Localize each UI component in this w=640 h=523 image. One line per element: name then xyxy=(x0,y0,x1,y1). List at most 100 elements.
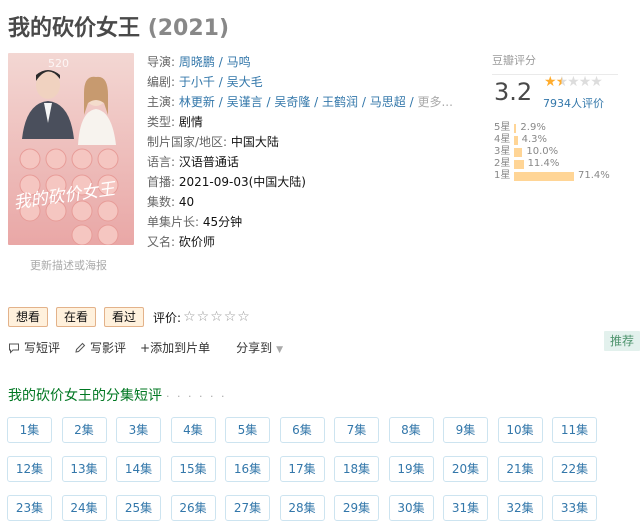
star-empty-icon: ★ xyxy=(578,74,592,90)
writer-link[interactable]: 于小千 xyxy=(179,75,215,89)
rate-label: 评价: xyxy=(153,310,182,325)
episode-link[interactable]: 14集 xyxy=(116,456,161,482)
language-row: 语言: 汉语普通话 xyxy=(147,155,239,169)
episode-link[interactable]: 21集 xyxy=(497,456,543,482)
half-star-icon: ★ xyxy=(555,74,569,90)
episode-link[interactable]: 7集 xyxy=(334,417,379,443)
rating-bar xyxy=(514,159,524,169)
watching-button[interactable]: 在看 xyxy=(56,307,97,327)
rating-row: 2星 11.4% xyxy=(494,158,610,170)
votes-link[interactable]: 7934人评价 xyxy=(543,95,604,111)
cast-link[interactable]: 吴谨言 xyxy=(227,95,263,109)
episodes-section-title: 我的砍价女王的分集短评 · · · · · · xyxy=(8,388,227,404)
cast-link[interactable]: 吴奇隆 xyxy=(274,95,310,109)
rating-bar xyxy=(514,135,518,145)
episode-link[interactable]: 20集 xyxy=(443,456,488,482)
rating-percent: 11.4% xyxy=(527,158,560,169)
rate-stars[interactable]: ☆☆☆☆☆ xyxy=(183,309,251,325)
recommend-button[interactable]: 推荐 xyxy=(604,331,640,351)
episode-link[interactable]: 4集 xyxy=(170,417,216,443)
episode-link[interactable]: 31集 xyxy=(443,495,488,521)
episode-link[interactable]: 6集 xyxy=(279,417,325,443)
caret-down-icon: ▼ xyxy=(276,345,284,355)
episode-link[interactable]: 11集 xyxy=(552,417,597,443)
star-icon: ★ xyxy=(544,74,557,90)
pencil-icon xyxy=(75,342,86,353)
rating-label: 豆瓣评分 xyxy=(492,52,618,75)
star-empty-icon: ★ xyxy=(567,74,580,90)
collect-buttons: 想看 在看 看过 评价: ☆☆☆☆☆ xyxy=(8,307,251,327)
rating-percent: 10.0% xyxy=(526,146,559,157)
rating-distribution: 5星 2.9% 4星 4.3% 3星 10.0% 2星 11.4% 1星 71.4% xyxy=(494,122,610,182)
country-row: 制片国家/地区: 中国大陆 xyxy=(147,135,279,149)
add-to-list-link[interactable]: +添加到片单 xyxy=(140,339,210,356)
episode-link[interactable]: 30集 xyxy=(388,495,434,521)
rating-bar xyxy=(514,171,574,181)
update-poster-link[interactable]: 更新描述或海报 xyxy=(30,257,107,273)
director-link[interactable]: 周晓鹏 xyxy=(179,55,215,69)
cast-more-link[interactable]: 更多... xyxy=(417,95,452,109)
rating-row: 4星 4.3% xyxy=(494,134,610,146)
language-value: 汉语普通话 xyxy=(178,155,239,169)
write-short-review-link[interactable]: 写短评 xyxy=(8,339,60,356)
episode-link[interactable]: 22集 xyxy=(552,456,597,482)
want-to-watch-button[interactable]: 想看 xyxy=(8,307,49,327)
cast-row: 主演: 林更新 / 吴谨言 / 吴奇隆 / 王鹤润 / 马思超 / 更多... xyxy=(147,95,453,109)
episode-link[interactable]: 32集 xyxy=(497,495,543,521)
episode-link[interactable]: 24集 xyxy=(61,495,107,521)
rating-row-label: 1星 xyxy=(494,170,511,181)
rating-panel: 豆瓣评分 3.2 ★★★★★ 7934人评价 5星 2.9% 4星 4.3% 3星 10.… xyxy=(492,52,640,181)
episode-link[interactable]: 8集 xyxy=(388,417,434,443)
page-title: 我的砍价女王 (2021) xyxy=(8,16,230,41)
episode-link[interactable]: 33集 xyxy=(552,495,597,521)
episode-link[interactable]: 3集 xyxy=(116,417,161,443)
episode-link[interactable]: 13集 xyxy=(61,456,107,482)
share-menu[interactable]: 分享到 ▼ xyxy=(236,339,283,356)
episode-grid: 1集 2集 3集 4集 5集 6集 7集 8集 9集 10集 11集 12集 13集 14集 15集 16集 1… xyxy=(7,417,597,521)
aka-value: 砍价师 xyxy=(178,235,215,249)
episode-link[interactable]: 26集 xyxy=(170,495,216,521)
episode-link[interactable]: 19集 xyxy=(388,456,434,482)
episode-link[interactable]: 28集 xyxy=(279,495,325,521)
rating-stars: ★★★★★ xyxy=(544,74,603,90)
director-link[interactable]: 马鸣 xyxy=(227,55,251,69)
episode-link[interactable]: 27集 xyxy=(225,495,270,521)
rating-row: 3星 10.0% xyxy=(494,146,610,158)
episode-link[interactable]: 18集 xyxy=(334,456,379,482)
cast-link[interactable]: 林更新 xyxy=(179,95,215,109)
episode-link[interactable]: 29集 xyxy=(334,495,379,521)
rating-row: 5星 2.9% xyxy=(494,122,610,134)
rating-percent: 4.3% xyxy=(521,134,548,145)
episode-link[interactable]: 5集 xyxy=(225,417,270,443)
rating-row: 1星 71.4% xyxy=(494,170,610,182)
episode-link[interactable]: 1集 xyxy=(7,417,52,443)
length-row: 单集片长: 45分钟 xyxy=(147,215,243,229)
episode-link[interactable]: 9集 xyxy=(443,417,488,443)
director-row: 导演: 周晓鹏 / 马鸣 xyxy=(147,55,251,69)
episode-link[interactable]: 12集 xyxy=(7,456,52,482)
rating-bar xyxy=(514,123,517,133)
rating-row-label: 3星 xyxy=(494,146,511,157)
episode-link[interactable]: 16集 xyxy=(225,456,270,482)
cast-link[interactable]: 王鹤润 xyxy=(322,95,358,109)
write-review-link[interactable]: 写影评 xyxy=(74,339,126,356)
episodes-value: 40 xyxy=(178,195,195,209)
episode-link[interactable]: 17集 xyxy=(279,456,325,482)
genre-row: 类型: 剧情 xyxy=(147,115,203,129)
episode-link[interactable]: 10集 xyxy=(497,417,543,443)
genre-value: 剧情 xyxy=(178,115,203,129)
episodes-row: 集数: 40 xyxy=(147,195,195,209)
aka-row: 又名: 砍价师 xyxy=(147,235,215,249)
episode-link[interactable]: 25集 xyxy=(116,495,161,521)
episode-link[interactable]: 15集 xyxy=(170,456,216,482)
rating-row-label: 2星 xyxy=(494,158,511,169)
episode-link[interactable]: 23集 xyxy=(7,495,52,521)
poster[interactable]: 520 我的砍价女王 xyxy=(8,53,134,245)
premiere-value: 2021-09-03(中国大陆) xyxy=(178,175,306,189)
cast-link[interactable]: 马思超 xyxy=(370,95,406,109)
writer-link[interactable]: 吴大毛 xyxy=(227,75,263,89)
action-bar: 写短评 写影评 +添加到片单 分享到 ▼ xyxy=(8,339,283,356)
watched-button[interactable]: 看过 xyxy=(104,307,145,327)
episode-link[interactable]: 2集 xyxy=(61,417,107,443)
rating-score: 3.2 xyxy=(494,78,533,106)
